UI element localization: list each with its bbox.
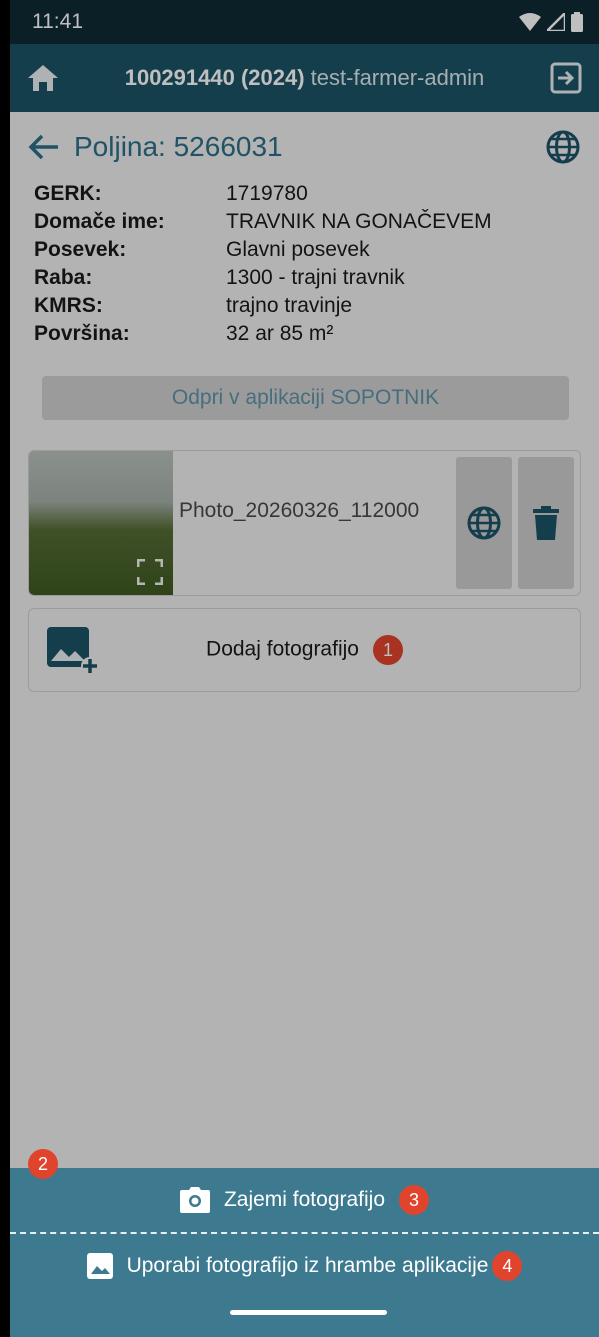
camera-icon [179, 1187, 210, 1213]
phone-screen: 11:41 100291440 (2024) test-farmer-admin… [10, 0, 599, 1337]
use-stored-photo-label: Uporabi fotografijo iz hrambe aplikacije [126, 1254, 489, 1277]
home-indicator[interactable] [230, 1310, 387, 1315]
step-badge-2: 2 [28, 1149, 58, 1179]
capture-photo-label: Zajemi fotografijo [223, 1188, 386, 1211]
modal-scrim[interactable] [10, 0, 599, 1337]
image-icon [86, 1253, 113, 1279]
capture-photo-option[interactable]: Zajemi fotografijo 3 [10, 1168, 599, 1232]
step-badge-3: 3 [399, 1185, 430, 1215]
use-stored-photo-option[interactable]: Uporabi fotografijo iz hrambe aplikacije… [10, 1234, 599, 1298]
step-badge-4: 4 [492, 1251, 523, 1281]
